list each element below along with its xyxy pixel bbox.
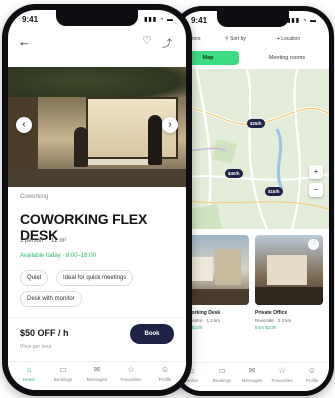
tab-label: Messages <box>241 378 263 383</box>
tab-label: Favourites <box>271 378 293 383</box>
status-time: 9:41 <box>191 16 208 25</box>
tab-label: Bookings <box>212 378 232 383</box>
listing-meta: 1 person 12 m² <box>20 238 72 244</box>
listing-photo[interactable]: ‹ › <box>8 67 186 187</box>
status-icons: ▮▮▮ ◔ ▬ <box>287 18 317 24</box>
location-button[interactable]: ⌖ Location <box>277 36 300 42</box>
mail-icon: ✉ <box>248 366 256 375</box>
capacity-text: 1 person <box>20 238 44 244</box>
zoom-in-button[interactable]: + <box>309 165 323 179</box>
top-navigation: ← ♡ ⤴ <box>8 30 186 54</box>
star-icon: ☆ <box>127 365 135 374</box>
map-screen: 9:41 ▮▮▮ ◔ ▬ ☰ Filters ⚲ Sort by ⌖ Locat… <box>177 11 329 391</box>
heart-icon[interactable]: ♡ <box>142 34 152 47</box>
listing-title: Private Office <box>255 310 288 316</box>
bottom-tab-bar: ⌂ Home ▭ Bookings ✉ Messages ☆ Favourite… <box>8 361 186 390</box>
tab-label: Bookings <box>53 377 73 382</box>
map-roads <box>177 69 329 229</box>
listing-price: from $20/h <box>255 325 277 330</box>
listing-image: ♡ <box>255 235 323 305</box>
tab-bookings[interactable]: ▭ Bookings <box>48 365 78 382</box>
user-icon: ☺ <box>307 366 317 375</box>
listing-location: Riverside · 2.4 km <box>255 318 292 323</box>
tab-bookings[interactable]: ▭ Bookings <box>207 366 237 383</box>
availability-text: Available today · 8:00–18:00 <box>20 253 96 259</box>
status-time: 9:41 <box>22 15 39 24</box>
price-text: $50 OFF / h <box>20 328 69 338</box>
map-view[interactable]: $25/h $40/h $15/h + − <box>177 69 329 229</box>
calendar-icon: ▭ <box>59 365 67 374</box>
map-pin[interactable]: $15/h <box>265 187 283 196</box>
zoom-out-button[interactable]: − <box>309 183 323 197</box>
map-pin[interactable]: $25/h <box>247 119 265 128</box>
carousel-next-button[interactable]: › <box>162 117 178 133</box>
filter-bar: ☰ Filters ⚲ Sort by ⌖ Location <box>177 31 329 49</box>
share-icon[interactable]: ⤴ <box>162 35 172 50</box>
tab-label: Messages <box>86 377 108 382</box>
listing-detail-screen: 9:41 ▮▮▮ ◔ ▬ ← ♡ ⤴ ‹ › Coworking COWORKI… <box>8 10 186 390</box>
tab-label: Profile <box>305 378 319 383</box>
carousel-prev-button[interactable]: ‹ <box>16 117 32 133</box>
map-pin[interactable]: $40/h <box>225 169 243 178</box>
tab-favourites[interactable]: ☆ Favourites <box>116 365 146 382</box>
tab-label: Favourites <box>120 377 142 382</box>
listing-card[interactable]: ♡ Private Office Riverside · 2.4 km from… <box>255 235 323 330</box>
back-arrow-icon[interactable]: ← <box>18 34 31 49</box>
tab-favourites[interactable]: ☆ Favourites <box>267 366 297 383</box>
tab-home[interactable]: ⌂ Home <box>14 365 44 382</box>
tab-label: Home <box>22 377 35 382</box>
listing-category: Coworking <box>20 194 49 200</box>
bottom-tab-bar: ⌂ Home ▭ Bookings ✉ Messages ☆ Favourite… <box>177 362 329 391</box>
price-note: Price per hour <box>20 344 52 350</box>
divider <box>8 317 186 318</box>
status-icons: ▮▮▮ ◔ ▬ <box>144 17 174 23</box>
front-phone: 9:41 ▮▮▮ ◔ ▬ ← ♡ ⤴ ‹ › Coworking COWORKI… <box>2 4 192 396</box>
star-icon: ☆ <box>278 366 286 375</box>
tab-meeting-rooms[interactable]: Meeting rooms <box>257 51 317 65</box>
favorite-icon[interactable]: ♡ <box>308 239 319 250</box>
calendar-icon: ▭ <box>218 366 226 375</box>
tab-profile[interactable]: ☺ Profile <box>297 366 327 383</box>
status-bar: 9:41 ▮▮▮ ◔ ▬ <box>8 10 186 28</box>
tab-label: Profile <box>158 377 172 382</box>
home-icon: ⌂ <box>26 365 32 374</box>
user-icon: ☺ <box>160 365 170 374</box>
status-bar: 9:41 ▮▮▮ ◔ ▬ <box>177 11 329 29</box>
feature-chip: Ideal for quick meetings <box>56 270 134 286</box>
feature-chip: Desk with monitor <box>20 291 82 307</box>
size-text: 12 m² <box>51 238 67 244</box>
back-phone: 9:41 ▮▮▮ ◔ ▬ ☰ Filters ⚲ Sort by ⌖ Locat… <box>172 6 334 396</box>
book-button[interactable]: Book <box>130 324 174 344</box>
sort-button[interactable]: ⚲ Sort by <box>225 36 246 42</box>
tab-profile[interactable]: ☺ Profile <box>150 365 180 382</box>
feature-chip: Quiet <box>20 270 49 286</box>
tab-messages[interactable]: ✉ Messages <box>237 366 267 383</box>
tab-messages[interactable]: ✉ Messages <box>82 365 112 382</box>
mail-icon: ✉ <box>93 365 101 374</box>
